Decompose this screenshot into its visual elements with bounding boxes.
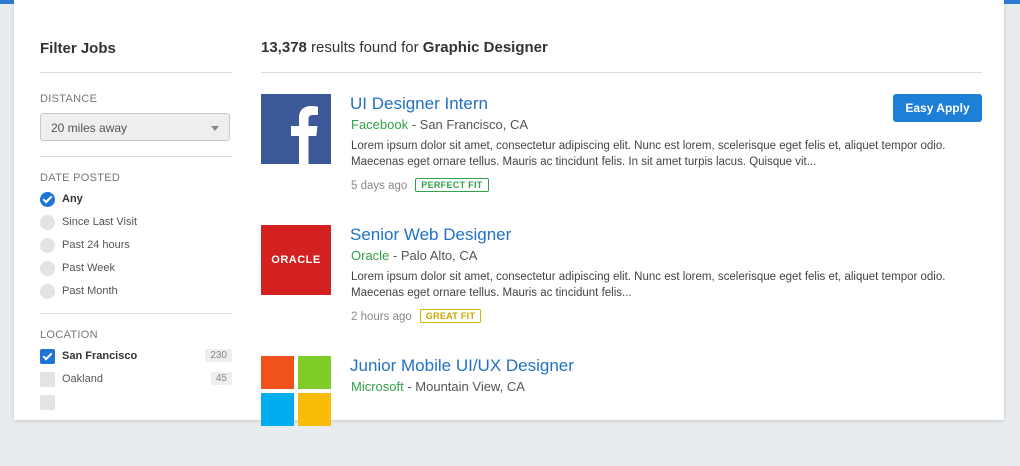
microsoft-logo[interactable] (261, 356, 331, 426)
fit-badge: PERFECT FIT (415, 178, 489, 192)
divider (40, 72, 232, 73)
job-description: Lorem ipsum dolor sit amet, consectetur … (351, 140, 946, 168)
date-option-past-month[interactable]: Past Month (40, 284, 232, 300)
location-count-badge: 230 (205, 349, 232, 362)
date-option-label: Since Last Visit (62, 216, 138, 228)
radio-icon[interactable] (40, 284, 55, 299)
filter-title: Filter Jobs (40, 40, 116, 57)
divider (40, 156, 232, 157)
distance-label: DISTANCE (40, 93, 98, 105)
posted-time: 2 hours ago (351, 311, 412, 323)
date-option-label: Past 24 hours (62, 239, 130, 251)
job-description: Lorem ipsum dolor sit amet, consectetur … (351, 271, 946, 299)
job-location: - San Francisco, CA (408, 117, 529, 132)
radio-checked-icon[interactable] (40, 192, 55, 207)
distance-select[interactable]: 20 miles away (40, 113, 230, 141)
results-count: 13,378 (261, 39, 307, 56)
job-listing: Junior Mobile UI/UX Designer Microsoft -… (261, 356, 982, 466)
location-label: LOCATION (40, 329, 98, 341)
divider (40, 313, 232, 314)
job-listing: UI Designer Intern Facebook - San Franci… (261, 94, 982, 204)
divider (261, 72, 982, 73)
radio-icon[interactable] (40, 261, 55, 276)
company-line: Oracle - Palo Alto, CA (351, 248, 477, 263)
job-search-card: Filter Jobs DISTANCE 20 miles away DATE … (14, 0, 1004, 426)
location-option-oakland[interactable]: Oakland 45 (40, 372, 232, 388)
checkbox-checked-icon[interactable] (40, 349, 55, 364)
date-option-label: Past Week (62, 262, 115, 274)
location-option-partial[interactable] (40, 395, 232, 411)
job-location: - Palo Alto, CA (389, 248, 478, 263)
date-posted-label: DATE POSTED (40, 172, 121, 184)
chevron-down-icon (211, 126, 219, 131)
job-title-link[interactable]: UI Designer Intern (350, 94, 488, 114)
location-option-san-francisco[interactable]: San Francisco 230 (40, 349, 232, 365)
date-option-label: Past Month (62, 285, 118, 297)
job-location: - Mountain View, CA (403, 379, 525, 394)
location-option-label: Oakland (62, 373, 103, 385)
date-option-past-24-hours[interactable]: Past 24 hours (40, 238, 232, 254)
results-text: results found for (306, 39, 423, 56)
job-listing: ORACLE Senior Web Designer Oracle - Palo… (261, 225, 982, 335)
date-option-label: Any (62, 193, 83, 205)
job-title-link[interactable]: Junior Mobile UI/UX Designer (350, 356, 574, 376)
search-query: Graphic Designer (422, 39, 548, 56)
oracle-logo[interactable]: ORACLE (261, 225, 331, 295)
company-name[interactable]: Oracle (351, 248, 389, 263)
checkbox-icon[interactable] (40, 395, 55, 410)
job-title-link[interactable]: Senior Web Designer (350, 225, 511, 245)
date-option-since-last-visit[interactable]: Since Last Visit (40, 215, 232, 231)
radio-icon[interactable] (40, 215, 55, 230)
location-option-label: San Francisco (62, 350, 138, 362)
company-name[interactable]: Microsoft (351, 379, 404, 394)
distance-select-value: 20 miles away (51, 121, 128, 135)
date-option-any[interactable]: Any (40, 192, 232, 208)
job-meta: 2 hours ago GREAT FIT (351, 309, 482, 323)
easy-apply-button[interactable]: Easy Apply (893, 94, 982, 122)
company-name[interactable]: Facebook (351, 117, 408, 132)
radio-icon[interactable] (40, 238, 55, 253)
location-count-badge: 45 (210, 372, 232, 385)
fit-badge: GREAT FIT (419, 309, 482, 323)
date-option-past-week[interactable]: Past Week (40, 261, 232, 277)
company-line: Microsoft - Mountain View, CA (351, 379, 525, 394)
facebook-logo[interactable] (261, 94, 331, 164)
results-heading: 13,378 results found for Graphic Designe… (261, 39, 548, 56)
job-meta: 5 days ago PERFECT FIT (351, 178, 489, 192)
company-line: Facebook - San Francisco, CA (351, 117, 528, 132)
posted-time: 5 days ago (351, 180, 408, 192)
checkbox-icon[interactable] (40, 372, 55, 387)
